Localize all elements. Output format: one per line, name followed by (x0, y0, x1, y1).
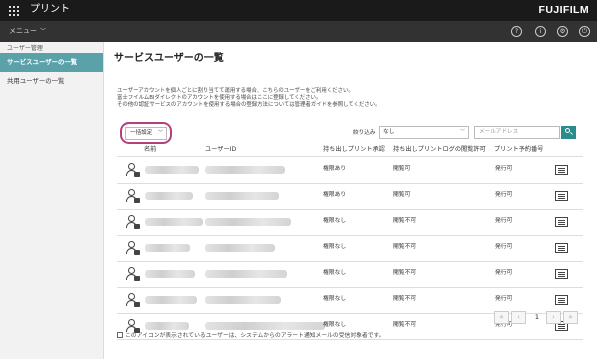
menu-bar: メニュー ﹀ ? i ⚙ ⏻ (0, 21, 597, 42)
app-header: プリント FUJIFILM (0, 0, 597, 21)
table-row[interactable]: 権限なし 閲覧不可 発行可 (117, 261, 583, 287)
next-page-button[interactable]: › (546, 311, 561, 324)
sidebar-item-service-users[interactable]: サービスユーザーの一覧 (0, 53, 103, 72)
table-row[interactable]: 権限あり 閲覧可 発行可 (117, 183, 583, 209)
log-access-cell: 閲覧不可 (393, 322, 417, 328)
reservation-cell: 発行可 (495, 296, 513, 302)
footnote-text: このアイコンが表示されているユーザーは、システムからのアラート通知メールの受信対… (125, 333, 385, 339)
filter-select[interactable]: なし ﹀ (379, 126, 469, 139)
reservation-cell: 発行可 (495, 270, 513, 276)
description-line: ユーザーアカウントを個人ごとに割り当てて運用する場合、こちらのユーザーをご利用く… (117, 88, 354, 94)
user-icon (126, 215, 140, 229)
log-access-cell: 閲覧不可 (393, 270, 417, 276)
blurred-user-id (205, 270, 287, 278)
footnote: このアイコンが表示されているユーザーは、システムからのアラート通知メールの受信対… (117, 332, 385, 340)
user-icon (126, 267, 140, 281)
blurred-user-id (205, 192, 279, 200)
search-input[interactable]: メールアドレス (474, 126, 560, 139)
column-header-name: 名前 (144, 146, 157, 153)
app-title: プリント (30, 4, 70, 15)
user-settings-icon[interactable] (555, 165, 568, 175)
log-access-cell: 閲覧不可 (393, 296, 417, 302)
filter-label: 絞り込み (353, 130, 376, 136)
column-header-log-access: 持ち出しプリントログの閲覧許可 (393, 146, 486, 153)
approval-cell: 権限なし (323, 270, 347, 276)
approval-cell: 権限なし (323, 296, 347, 302)
prev-page-button[interactable]: ‹ (511, 311, 526, 324)
user-settings-icon[interactable] (555, 269, 568, 279)
blurred-user-id (205, 244, 275, 252)
column-header-approval: 持ち出しプリント承認 (323, 146, 385, 153)
approval-cell: 権限あり (323, 192, 347, 198)
description-line: その他の認証サービスのアカウントを使用する場合の登録方法については管理者ガイドを… (117, 102, 381, 108)
gear-icon[interactable]: ⚙ (557, 26, 568, 37)
reservation-cell: 発行可 (495, 218, 513, 224)
menu-dropdown[interactable]: メニュー ﹀ (9, 26, 46, 37)
reservation-cell: 発行可 (495, 244, 513, 250)
approval-cell: 権限あり (323, 166, 347, 172)
reservation-cell: 発行可 (495, 192, 513, 198)
user-icon (126, 241, 140, 255)
blurred-name (145, 244, 190, 252)
info-icon[interactable]: i (535, 26, 546, 37)
page-title: サービスユーザーの一覧 (114, 53, 224, 64)
table-row[interactable]: 権限なし 閲覧不可 発行可 (117, 287, 583, 313)
user-settings-icon[interactable] (555, 243, 568, 253)
blurred-user-id (205, 218, 291, 226)
sidebar-section-label: ユーザー管理 (7, 45, 43, 52)
blurred-name (145, 270, 195, 278)
log-access-cell: 閲覧可 (393, 192, 411, 198)
chevron-down-icon: ﹀ (40, 28, 47, 35)
current-page: 1 (534, 313, 540, 321)
help-icon[interactable]: ? (511, 26, 522, 37)
alert-recipient-icon (117, 332, 123, 338)
blurred-user-id (205, 166, 285, 174)
table-row[interactable]: 権限あり 閲覧可 発行可 (117, 157, 583, 183)
chevron-down-icon: ﹀ (157, 130, 163, 136)
sidebar-item-shared-users[interactable]: 共用ユーザーの一覧 (0, 72, 103, 91)
sidebar: ユーザー管理 サービスユーザーの一覧 共用ユーザーの一覧 (0, 42, 104, 359)
blurred-name (145, 166, 199, 174)
column-header-userid: ユーザーID (205, 146, 237, 153)
power-icon[interactable]: ⏻ (579, 26, 590, 37)
bulk-settings-button[interactable]: 一括設定 ﹀ (125, 127, 167, 140)
blurred-user-id (205, 296, 281, 304)
blurred-name (145, 192, 193, 200)
app-grid-icon[interactable] (9, 6, 19, 16)
user-settings-icon[interactable] (555, 217, 568, 227)
search-button[interactable] (561, 126, 576, 139)
table-row[interactable]: 権限なし 閲覧不可 発行可 (117, 209, 583, 235)
user-icon (126, 163, 140, 177)
user-icon (126, 189, 140, 203)
user-settings-icon[interactable] (555, 191, 568, 201)
approval-cell: 権限なし (323, 218, 347, 224)
filter-selected-value: なし (383, 129, 395, 135)
user-icon (126, 293, 140, 307)
chevron-down-icon: ﹀ (459, 129, 465, 135)
table-row[interactable]: 権限なし 閲覧不可 発行可 (117, 235, 583, 261)
user-icon (126, 319, 140, 333)
menu-label: メニュー (9, 27, 37, 35)
last-page-button[interactable]: » (563, 311, 578, 324)
log-access-cell: 閲覧可 (393, 166, 411, 172)
approval-cell: 権限なし (323, 322, 347, 328)
blurred-name (145, 218, 203, 226)
reservation-cell: 発行可 (495, 166, 513, 172)
blurred-name (145, 322, 189, 330)
log-access-cell: 閲覧不可 (393, 218, 417, 224)
bulk-settings-label: 一括設定 (130, 130, 153, 136)
user-settings-icon[interactable] (555, 295, 568, 305)
column-header-reservation: プリント予約番号 (494, 146, 544, 153)
blurred-user-id (205, 322, 325, 330)
description-line: 富士フイルムBIダイレクトのアカウントを使用する場合はここに登録してください。 (117, 95, 322, 101)
blurred-name (145, 296, 197, 304)
log-access-cell: 閲覧不可 (393, 244, 417, 250)
first-page-button[interactable]: « (494, 311, 509, 324)
brand-logo: FUJIFILM (538, 4, 589, 16)
approval-cell: 権限なし (323, 244, 347, 250)
